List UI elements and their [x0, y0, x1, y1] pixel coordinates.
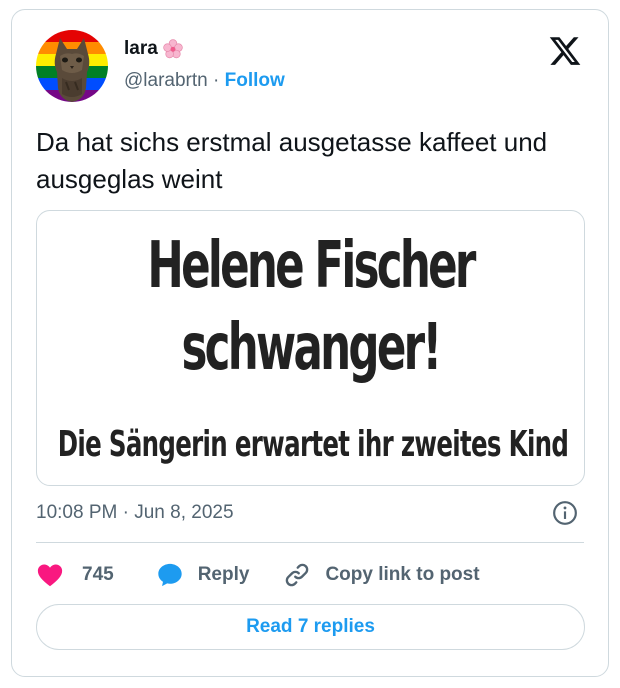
reply-label: Reply	[197, 564, 250, 585]
cat-avatar-image	[54, 38, 90, 102]
info-icon[interactable]	[552, 500, 578, 526]
reply-bubble-icon	[158, 563, 182, 587]
avatar[interactable]	[36, 30, 108, 102]
handle-separator: ·	[213, 70, 220, 91]
follow-link[interactable]: Follow	[225, 70, 285, 91]
media-headline: Helene Fischer schwanger!	[125, 225, 497, 389]
x-logo-icon[interactable]	[548, 34, 582, 68]
author-handle-row: @larabrtn · Follow	[124, 70, 285, 92]
read-replies-button[interactable]: Read 7 replies	[36, 604, 585, 650]
embedded-tweet-card: lara @larabrtn · Follow Da hat sichs ers…	[11, 9, 609, 677]
cherry-blossom-icon	[163, 39, 183, 59]
tweet-text: Da hat sichs erstmal ausgetasse kaffeet …	[36, 127, 548, 194]
reply-button[interactable]: Reply	[156, 561, 250, 589]
author-handle[interactable]: @larabrtn	[124, 70, 208, 91]
tweet-media-image[interactable]: Helene Fischer schwanger! Die Sängerin e…	[36, 210, 585, 486]
heart-icon	[37, 564, 63, 587]
media-headline-line2: schwanger!	[181, 311, 442, 385]
media-subline: Die Sängerin erwartet ihr zweites Kind	[57, 424, 569, 465]
author-display-name[interactable]: lara	[124, 38, 158, 60]
copy-link-button[interactable]: Copy link to post	[283, 561, 480, 589]
tweet-timestamp[interactable]: 10:08 PM · Jun 8, 2025	[36, 502, 234, 524]
like-count: 745	[82, 564, 114, 585]
link-icon	[286, 563, 309, 587]
media-headline-line1: Helene Fischer	[147, 229, 476, 303]
read-replies-label: Read 7 replies	[246, 616, 375, 637]
copy-link-label: Copy link to post	[325, 564, 480, 585]
like-button[interactable]: 745	[36, 561, 114, 589]
divider	[36, 542, 584, 543]
tweet-actions: 745 Reply Copy link to post	[36, 558, 480, 592]
